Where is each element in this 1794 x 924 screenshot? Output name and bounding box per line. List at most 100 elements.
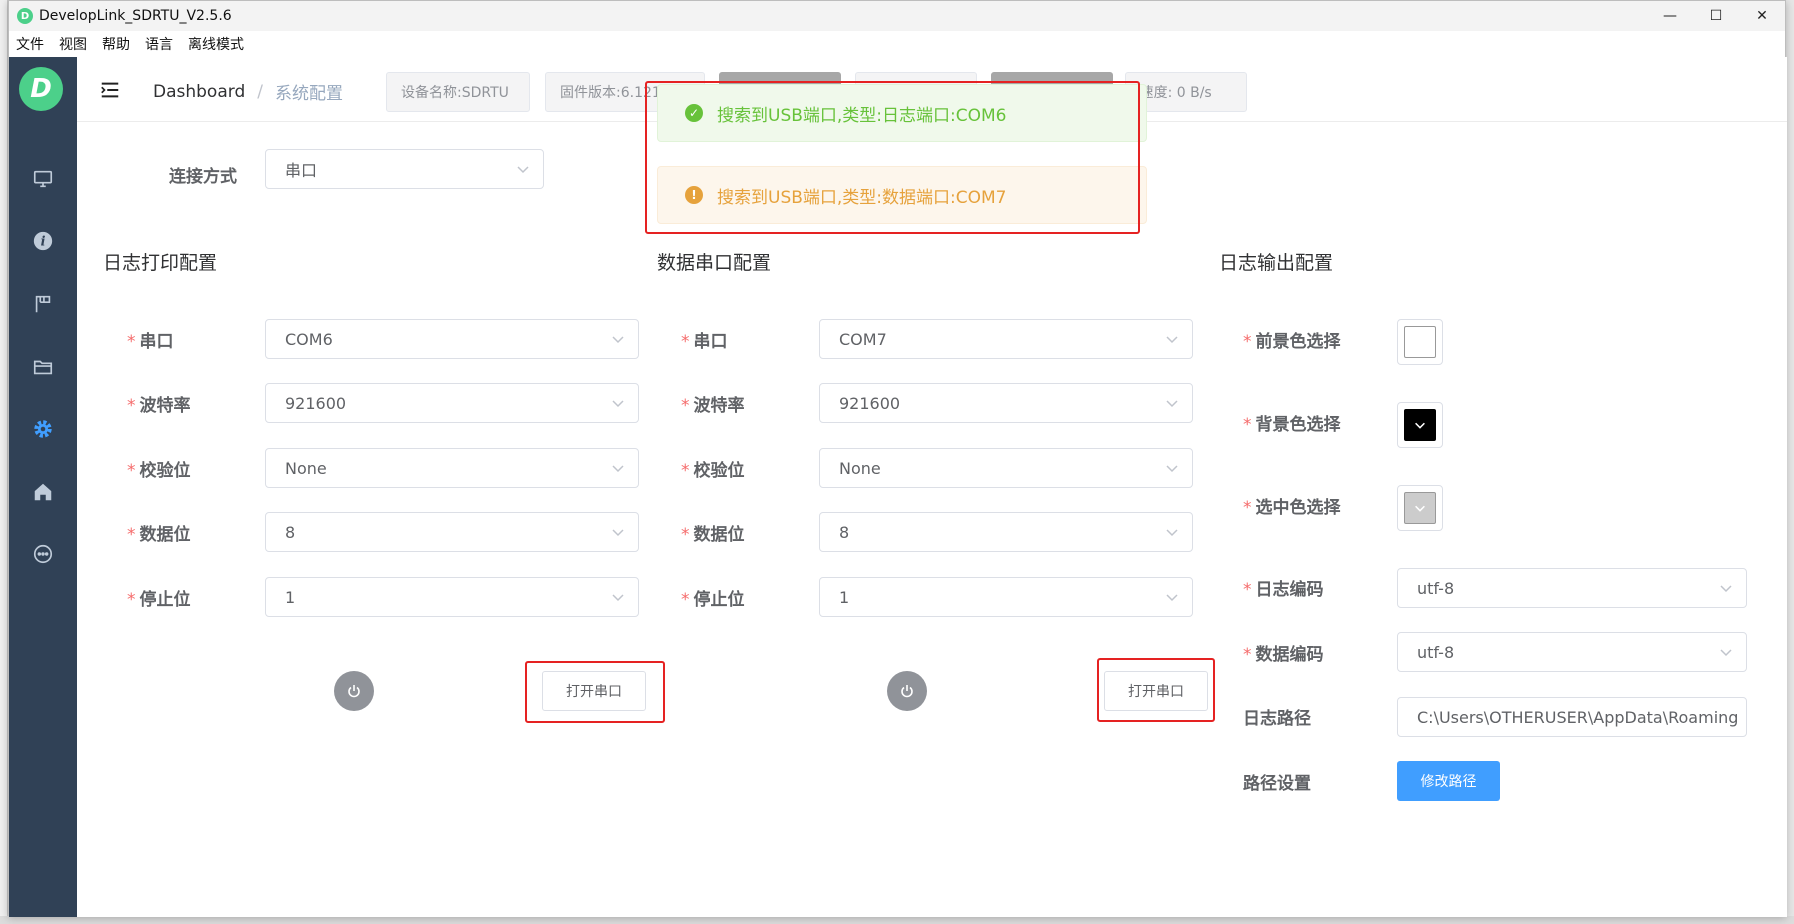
minimize-button[interactable]: — <box>1647 1 1693 31</box>
chevron-down-icon <box>1720 649 1732 657</box>
menu-language[interactable]: 语言 <box>145 34 173 54</box>
chevron-down-icon <box>1166 529 1178 537</box>
log-encoding-select[interactable]: utf-8 <box>1397 568 1747 608</box>
breadcrumb-separator: / <box>257 81 263 102</box>
background-color-picker[interactable] <box>1397 402 1443 448</box>
info-icon: i <box>33 231 53 251</box>
data-baud-select[interactable]: 921600 <box>819 383 1193 423</box>
data-parity-select[interactable]: None <box>819 448 1193 488</box>
background-swatch <box>1404 409 1436 441</box>
connection-select[interactable]: 串口 <box>265 149 544 189</box>
power-icon <box>901 685 913 698</box>
gear-icon <box>34 420 52 438</box>
foreground-color-picker[interactable] <box>1397 319 1443 365</box>
modify-path-button[interactable]: 修改路径 <box>1397 761 1500 801</box>
log-encoding-label: * 日志编码 <box>1243 580 1324 600</box>
chat-icon <box>33 544 53 564</box>
hamburger-icon[interactable] <box>99 79 121 101</box>
breadcrumb-dashboard[interactable]: Dashboard <box>153 82 245 102</box>
chevron-down-icon <box>612 336 624 344</box>
selected-color-picker[interactable] <box>1397 485 1443 531</box>
chevron-down-icon <box>1166 594 1178 602</box>
sidebar: D i <box>9 57 77 917</box>
selected-color-label: * 选中色选择 <box>1243 498 1341 518</box>
sidebar-item-info[interactable]: i <box>9 221 77 261</box>
title-bar: D DevelopLink_SDRTU_V2.5.6 — ☐ ✕ <box>9 1 1785 31</box>
data-power-button[interactable] <box>887 671 927 711</box>
data-encoding-label: * 数据编码 <box>1243 645 1324 665</box>
menu-file[interactable]: 文件 <box>16 34 44 54</box>
sidebar-item-folder[interactable] <box>9 347 77 387</box>
data-baud-label: * 波特率 <box>681 396 745 416</box>
flag-icon <box>35 295 51 313</box>
log-port-label: * 串口 <box>127 332 174 352</box>
log-port-select[interactable]: COM6 <box>265 319 639 359</box>
data-open-port-button[interactable]: 打开串口 <box>1104 671 1208 711</box>
log-baud-select[interactable]: 921600 <box>265 383 639 423</box>
sidebar-item-flag[interactable] <box>9 284 77 324</box>
sidebar-item-settings[interactable] <box>9 409 77 449</box>
menu-view[interactable]: 视图 <box>59 34 87 54</box>
log-databits-select[interactable]: 8 <box>265 512 639 552</box>
log-path-label: 日志路径 <box>1243 709 1311 729</box>
window-title: DevelopLink_SDRTU_V2.5.6 <box>39 8 232 24</box>
data-databits-label: * 数据位 <box>681 525 745 545</box>
foreground-swatch <box>1404 326 1436 358</box>
data-port-select[interactable]: COM7 <box>819 319 1193 359</box>
chevron-down-icon <box>612 465 624 473</box>
log-baud-label: * 波特率 <box>127 396 191 416</box>
log-stopbits-select[interactable]: 1 <box>265 577 639 617</box>
home-icon <box>34 483 52 501</box>
maximize-button[interactable]: ☐ <box>1693 1 1739 31</box>
data-parity-label: * 校验位 <box>681 461 745 481</box>
log-power-button[interactable] <box>334 671 374 711</box>
data-serial-title: 数据串口配置 <box>657 252 772 274</box>
path-setting-label: 路径设置 <box>1243 774 1311 794</box>
connection-value: 串口 <box>285 161 318 180</box>
folder-icon <box>33 360 53 375</box>
menu-bar: 文件 视图 帮助 语言 离线模式 <box>9 31 1785 57</box>
chevron-down-icon <box>1415 422 1425 429</box>
annotation-box <box>645 81 1140 234</box>
chevron-down-icon <box>1166 465 1178 473</box>
sidebar-item-home[interactable] <box>9 472 77 512</box>
chevron-down-icon <box>517 166 529 174</box>
data-stopbits-label: * 停止位 <box>681 590 745 610</box>
log-open-port-button[interactable]: 打开串口 <box>542 671 646 711</box>
breadcrumb-current: 系统配置 <box>274 84 343 104</box>
background-label: * 背景色选择 <box>1243 415 1341 435</box>
background-taskbar-edge <box>0 916 1794 924</box>
app-logo: D <box>19 67 63 111</box>
data-stopbits-select[interactable]: 1 <box>819 577 1193 617</box>
data-databits-select[interactable]: 8 <box>819 512 1193 552</box>
log-databits-label: * 数据位 <box>127 525 191 545</box>
chevron-down-icon <box>1720 585 1732 593</box>
close-button[interactable]: ✕ <box>1739 1 1785 31</box>
chevron-down-icon <box>612 594 624 602</box>
app-icon: D <box>17 8 33 24</box>
connection-label: 连接方式 <box>169 167 237 187</box>
background-window-edge <box>0 0 8 924</box>
log-parity-select[interactable]: None <box>265 448 639 488</box>
chevron-down-icon <box>1415 505 1425 512</box>
sidebar-item-chat[interactable] <box>9 534 77 574</box>
power-icon <box>348 685 360 698</box>
menu-help[interactable]: 帮助 <box>102 34 130 54</box>
device-name-tag: 设备名称:SDRTU <box>386 72 530 112</box>
log-path-input[interactable] <box>1397 697 1747 737</box>
data-encoding-select[interactable]: utf-8 <box>1397 632 1747 672</box>
menu-offline-mode[interactable]: 离线模式 <box>188 34 244 54</box>
sidebar-item-monitor[interactable] <box>9 159 77 199</box>
log-stopbits-label: * 停止位 <box>127 590 191 610</box>
chevron-down-icon <box>612 529 624 537</box>
chevron-down-icon <box>612 400 624 408</box>
foreground-label: * 前景色选择 <box>1243 332 1341 352</box>
log-print-title: 日志打印配置 <box>103 252 218 274</box>
chevron-down-icon <box>1166 336 1178 344</box>
monitor-icon <box>33 170 53 188</box>
app-window: D DevelopLink_SDRTU_V2.5.6 — ☐ ✕ 文件 视图 帮… <box>8 0 1787 917</box>
chevron-down-icon <box>1166 400 1178 408</box>
data-port-label: * 串口 <box>681 332 728 352</box>
breadcrumb: Dashboard / 系统配置 <box>153 79 343 105</box>
selected-swatch <box>1404 492 1436 524</box>
